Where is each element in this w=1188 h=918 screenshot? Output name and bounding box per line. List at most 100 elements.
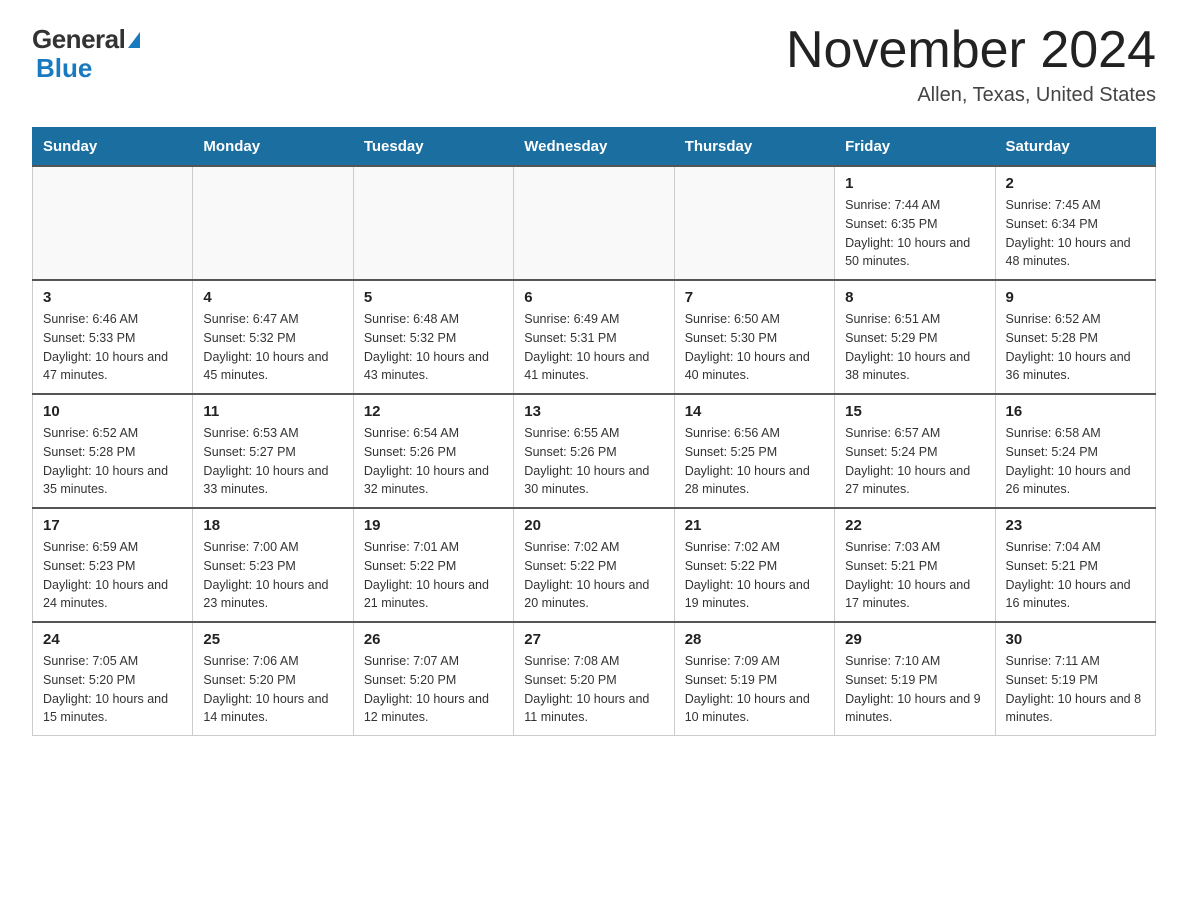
logo: General Blue: [32, 24, 140, 84]
calendar-cell: 9 Sunrise: 6:52 AMSunset: 5:28 PMDaylight…: [995, 280, 1155, 394]
day-number: 23: [1006, 517, 1145, 534]
weekday-header-sunday: Sunday: [33, 128, 193, 167]
calendar-cell: [514, 166, 674, 280]
calendar-cell: 30 Sunrise: 7:11 AMSunset: 5:19 PMDayligh…: [995, 622, 1155, 736]
calendar-cell: 10 Sunrise: 6:52 AMSunset: 5:28 PMDayligh…: [33, 394, 193, 508]
day-info: Sunrise: 6:55 AMSunset: 5:26 PMDaylight:…: [524, 424, 663, 499]
calendar-cell: [193, 166, 353, 280]
day-info: Sunrise: 7:03 AMSunset: 5:21 PMDaylight:…: [845, 538, 984, 613]
calendar-cell: 25 Sunrise: 7:06 AMSunset: 5:20 PMDayligh…: [193, 622, 353, 736]
calendar-cell: 3 Sunrise: 6:46 AMSunset: 5:33 PMDaylight…: [33, 280, 193, 394]
day-info: Sunrise: 7:02 AMSunset: 5:22 PMDaylight:…: [524, 538, 663, 613]
day-info: Sunrise: 7:09 AMSunset: 5:19 PMDaylight:…: [685, 652, 824, 727]
calendar-week-row: 3 Sunrise: 6:46 AMSunset: 5:33 PMDaylight…: [33, 280, 1156, 394]
day-number: 12: [364, 403, 503, 420]
weekday-header-thursday: Thursday: [674, 128, 834, 167]
day-number: 16: [1006, 403, 1145, 420]
logo-general-text: General: [32, 24, 125, 55]
calendar-cell: 7 Sunrise: 6:50 AMSunset: 5:30 PMDaylight…: [674, 280, 834, 394]
day-info: Sunrise: 6:59 AMSunset: 5:23 PMDaylight:…: [43, 538, 182, 613]
day-number: 13: [524, 403, 663, 420]
calendar-cell: 28 Sunrise: 7:09 AMSunset: 5:19 PMDayligh…: [674, 622, 834, 736]
calendar-cell: 27Sunrise: 7:08 AMSunset: 5:20 PMDayligh…: [514, 622, 674, 736]
day-number: 14: [685, 403, 824, 420]
calendar-week-row: 10 Sunrise: 6:52 AMSunset: 5:28 PMDayligh…: [33, 394, 1156, 508]
calendar-cell: 5Sunrise: 6:48 AMSunset: 5:32 PMDaylight…: [353, 280, 513, 394]
calendar-week-row: 1 Sunrise: 7:44 AMSunset: 6:35 PMDaylight…: [33, 166, 1156, 280]
day-number: 15: [845, 403, 984, 420]
day-info: Sunrise: 7:45 AMSunset: 6:34 PMDaylight:…: [1006, 196, 1145, 271]
day-info: Sunrise: 6:47 AMSunset: 5:32 PMDaylight:…: [203, 310, 342, 385]
calendar-cell: [674, 166, 834, 280]
calendar-cell: 26 Sunrise: 7:07 AMSunset: 5:20 PMDayligh…: [353, 622, 513, 736]
calendar-cell: 24 Sunrise: 7:05 AMSunset: 5:20 PMDayligh…: [33, 622, 193, 736]
day-info: Sunrise: 7:02 AMSunset: 5:22 PMDaylight:…: [685, 538, 824, 613]
calendar-cell: 19Sunrise: 7:01 AMSunset: 5:22 PMDayligh…: [353, 508, 513, 622]
calendar-cell: 18 Sunrise: 7:00 AMSunset: 5:23 PMDayligh…: [193, 508, 353, 622]
day-info: Sunrise: 6:52 AMSunset: 5:28 PMDaylight:…: [43, 424, 182, 499]
calendar-table: SundayMondayTuesdayWednesdayThursdayFrid…: [32, 127, 1156, 736]
calendar-cell: 13 Sunrise: 6:55 AMSunset: 5:26 PMDayligh…: [514, 394, 674, 508]
day-number: 1: [845, 175, 984, 192]
day-info: Sunrise: 7:04 AMSunset: 5:21 PMDaylight:…: [1006, 538, 1145, 613]
calendar-title-area: November 2024 Allen, Texas, United State…: [786, 24, 1156, 107]
calendar-cell: 16 Sunrise: 6:58 AMSunset: 5:24 PMDayligh…: [995, 394, 1155, 508]
day-info: Sunrise: 7:06 AMSunset: 5:20 PMDaylight:…: [203, 652, 342, 727]
day-info: Sunrise: 6:50 AMSunset: 5:30 PMDaylight:…: [685, 310, 824, 385]
calendar-cell: 8Sunrise: 6:51 AMSunset: 5:29 PMDaylight…: [835, 280, 995, 394]
weekday-header-friday: Friday: [835, 128, 995, 167]
logo-blue-text: Blue: [36, 53, 92, 84]
day-info: Sunrise: 7:07 AMSunset: 5:20 PMDaylight:…: [364, 652, 503, 727]
day-info: Sunrise: 6:58 AMSunset: 5:24 PMDaylight:…: [1006, 424, 1145, 499]
calendar-cell: 2Sunrise: 7:45 AMSunset: 6:34 PMDaylight…: [995, 166, 1155, 280]
day-number: 11: [203, 403, 342, 420]
day-number: 24: [43, 631, 182, 648]
weekday-header-wednesday: Wednesday: [514, 128, 674, 167]
calendar-week-row: 17 Sunrise: 6:59 AMSunset: 5:23 PMDayligh…: [33, 508, 1156, 622]
day-info: Sunrise: 7:10 AMSunset: 5:19 PMDaylight:…: [845, 652, 984, 727]
day-number: 26: [364, 631, 503, 648]
month-year-title: November 2024: [786, 24, 1156, 76]
day-info: Sunrise: 7:05 AMSunset: 5:20 PMDaylight:…: [43, 652, 182, 727]
day-info: Sunrise: 6:56 AMSunset: 5:25 PMDaylight:…: [685, 424, 824, 499]
calendar-cell: 29Sunrise: 7:10 AMSunset: 5:19 PMDayligh…: [835, 622, 995, 736]
calendar-cell: 20 Sunrise: 7:02 AMSunset: 5:22 PMDayligh…: [514, 508, 674, 622]
day-number: 30: [1006, 631, 1145, 648]
day-info: Sunrise: 6:49 AMSunset: 5:31 PMDaylight:…: [524, 310, 663, 385]
calendar-cell: 17 Sunrise: 6:59 AMSunset: 5:23 PMDayligh…: [33, 508, 193, 622]
day-info: Sunrise: 6:52 AMSunset: 5:28 PMDaylight:…: [1006, 310, 1145, 385]
day-number: 3: [43, 289, 182, 306]
day-info: Sunrise: 7:44 AMSunset: 6:35 PMDaylight:…: [845, 196, 984, 271]
day-number: 17: [43, 517, 182, 534]
day-info: Sunrise: 7:11 AMSunset: 5:19 PMDaylight:…: [1006, 652, 1145, 727]
calendar-cell: 23 Sunrise: 7:04 AMSunset: 5:21 PMDayligh…: [995, 508, 1155, 622]
calendar-cell: 4Sunrise: 6:47 AMSunset: 5:32 PMDaylight…: [193, 280, 353, 394]
calendar-cell: 6 Sunrise: 6:49 AMSunset: 5:31 PMDaylight…: [514, 280, 674, 394]
calendar-cell: [353, 166, 513, 280]
day-number: 6: [524, 289, 663, 306]
day-number: 20: [524, 517, 663, 534]
day-info: Sunrise: 6:48 AMSunset: 5:32 PMDaylight:…: [364, 310, 503, 385]
day-info: Sunrise: 7:00 AMSunset: 5:23 PMDaylight:…: [203, 538, 342, 613]
calendar-cell: 12Sunrise: 6:54 AMSunset: 5:26 PMDayligh…: [353, 394, 513, 508]
day-number: 25: [203, 631, 342, 648]
location-subtitle: Allen, Texas, United States: [786, 84, 1156, 107]
calendar-cell: 11Sunrise: 6:53 AMSunset: 5:27 PMDayligh…: [193, 394, 353, 508]
day-number: 21: [685, 517, 824, 534]
day-info: Sunrise: 7:08 AMSunset: 5:20 PMDaylight:…: [524, 652, 663, 727]
day-number: 9: [1006, 289, 1145, 306]
day-info: Sunrise: 7:01 AMSunset: 5:22 PMDaylight:…: [364, 538, 503, 613]
day-number: 28: [685, 631, 824, 648]
calendar-cell: [33, 166, 193, 280]
calendar-week-row: 24 Sunrise: 7:05 AMSunset: 5:20 PMDayligh…: [33, 622, 1156, 736]
day-number: 18: [203, 517, 342, 534]
calendar-cell: 14 Sunrise: 6:56 AMSunset: 5:25 PMDayligh…: [674, 394, 834, 508]
day-number: 10: [43, 403, 182, 420]
day-number: 7: [685, 289, 824, 306]
day-number: 8: [845, 289, 984, 306]
calendar-cell: 22Sunrise: 7:03 AMSunset: 5:21 PMDayligh…: [835, 508, 995, 622]
weekday-header-row: SundayMondayTuesdayWednesdayThursdayFrid…: [33, 128, 1156, 167]
day-info: Sunrise: 6:46 AMSunset: 5:33 PMDaylight:…: [43, 310, 182, 385]
logo-triangle-icon: [128, 32, 140, 48]
weekday-header-saturday: Saturday: [995, 128, 1155, 167]
